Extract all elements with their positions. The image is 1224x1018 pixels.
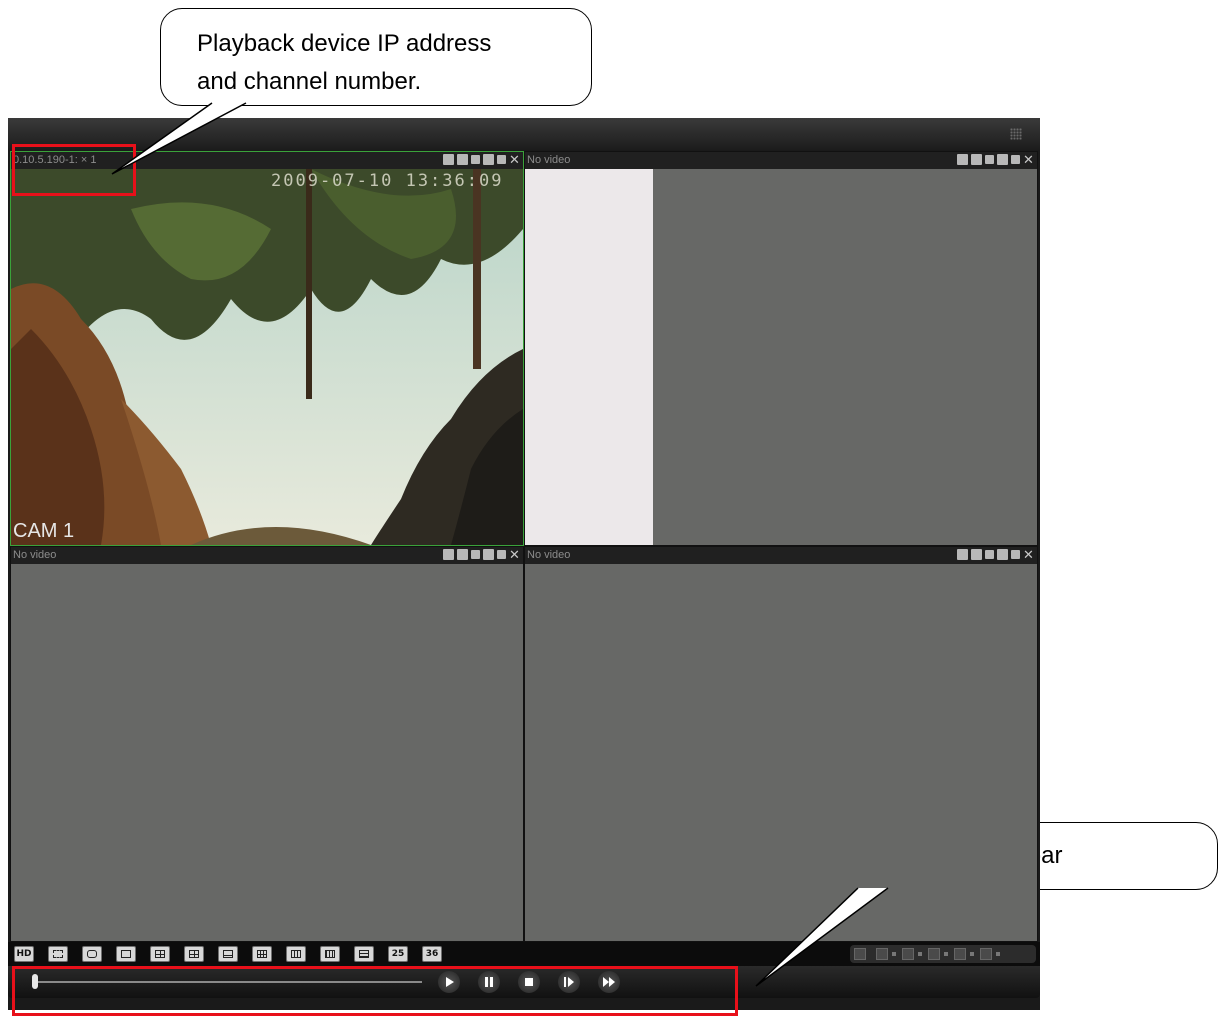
pane-header: No video ✕ [11, 547, 523, 564]
fullscreen-icon[interactable] [82, 946, 102, 962]
layout-6-icon[interactable] [184, 946, 204, 962]
playback-window: 0.10.5.190-1: × 1 ✕ 2009-07-10 13:36:09 … [8, 118, 1040, 1010]
callout-ip-channel: Playback device IP address and channel n… [160, 8, 592, 106]
pane-tools: ✕ [443, 153, 520, 166]
layout-36-icon[interactable]: 36 [422, 946, 442, 962]
record-icon[interactable] [957, 549, 968, 560]
highlight-ip-channel [12, 144, 136, 196]
pane-header: No video ✕ [525, 152, 1037, 169]
layout-9-small-icon[interactable] [954, 948, 966, 960]
camera-icon[interactable] [997, 154, 1008, 165]
grip-icon[interactable] [1010, 128, 1022, 140]
dropdown-icon[interactable] [892, 952, 896, 956]
lock-icon[interactable] [854, 948, 866, 960]
hd-icon[interactable]: HD [14, 946, 34, 962]
dropdown-icon[interactable] [918, 952, 922, 956]
layout-16-icon[interactable] [320, 946, 340, 962]
close-icon[interactable]: ✕ [1023, 548, 1034, 561]
audio-icon[interactable] [497, 155, 506, 164]
video-pane-4[interactable]: No video ✕ [524, 546, 1038, 942]
layout-8-icon[interactable] [218, 946, 238, 962]
zoom-icon[interactable] [471, 155, 480, 164]
highlight-control-bar [12, 966, 738, 1016]
snapshot-icon[interactable] [971, 549, 982, 560]
audio-icon[interactable] [1011, 550, 1020, 559]
callout-ip-line1: Playback device IP address [197, 30, 492, 57]
pane-tools: ✕ [957, 548, 1034, 561]
layout-1-icon[interactable] [116, 946, 136, 962]
layout-25-label: 25 [391, 949, 405, 959]
pane-header: No video ✕ [525, 547, 1037, 564]
video-pane-2[interactable]: No video ✕ [524, 151, 1038, 546]
layout-25-icon[interactable]: 25 [388, 946, 408, 962]
layout-13-icon[interactable] [286, 946, 306, 962]
dropdown-icon[interactable] [996, 952, 1000, 956]
blank-region [525, 169, 653, 545]
channel-label: No video [13, 549, 57, 561]
close-icon[interactable]: ✕ [1023, 153, 1034, 166]
channel-label: No video [527, 549, 571, 561]
zoom-icon[interactable] [985, 155, 994, 164]
video-pane-3[interactable]: No video ✕ [10, 546, 524, 942]
zoom-icon[interactable] [471, 550, 480, 559]
fullscreen-alt-icon[interactable] [48, 946, 68, 962]
record-icon[interactable] [957, 154, 968, 165]
snapshot-icon[interactable] [971, 154, 982, 165]
camera-icon[interactable] [483, 154, 494, 165]
zoom-icon[interactable] [985, 550, 994, 559]
hd-label: HD [16, 949, 32, 959]
layout-4-icon[interactable] [150, 946, 170, 962]
pane-tools: ✕ [957, 153, 1034, 166]
layout-4-small-icon[interactable] [902, 948, 914, 960]
audio-icon[interactable] [1011, 155, 1020, 164]
layout-6-small-icon[interactable] [928, 948, 940, 960]
close-icon[interactable]: ✕ [509, 548, 520, 561]
layout-16-small-icon[interactable] [980, 948, 992, 960]
record-icon[interactable] [443, 154, 454, 165]
title-bar [8, 118, 1040, 150]
layout-20-icon[interactable] [354, 946, 374, 962]
video-frame: 2009-07-10 13:36:09 CAM 1 [11, 169, 523, 545]
camera-name: CAM 1 [13, 520, 75, 542]
pane-tools: ✕ [443, 548, 520, 561]
snapshot-icon[interactable] [457, 154, 468, 165]
layout-toolbar: HD 25 36 [8, 942, 1040, 966]
video-scene [11, 169, 523, 545]
close-icon[interactable]: ✕ [509, 153, 520, 166]
video-pane-1[interactable]: 0.10.5.190-1: × 1 ✕ 2009-07-10 13:36:09 … [10, 151, 524, 546]
camera-icon[interactable] [483, 549, 494, 560]
snapshot-icon[interactable] [457, 549, 468, 560]
window-layout-group [850, 945, 1036, 963]
layout-1-small-icon[interactable] [876, 948, 888, 960]
layout-36-label: 36 [425, 949, 439, 959]
dropdown-icon[interactable] [944, 952, 948, 956]
layout-9-icon[interactable] [252, 946, 272, 962]
video-timestamp: 2009-07-10 13:36:09 [271, 171, 504, 191]
record-icon[interactable] [443, 549, 454, 560]
dropdown-icon[interactable] [970, 952, 974, 956]
camera-icon[interactable] [997, 549, 1008, 560]
channel-label: No video [527, 154, 571, 166]
audio-icon[interactable] [497, 550, 506, 559]
callout-ip-line2: and channel number. [197, 68, 422, 95]
